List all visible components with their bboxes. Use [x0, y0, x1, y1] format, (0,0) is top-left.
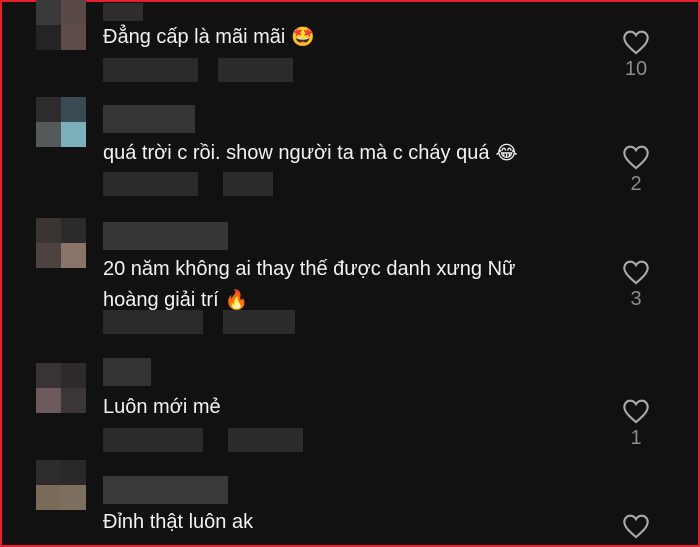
like-count: 1 [630, 427, 642, 449]
username-blurred[interactable] [103, 222, 228, 250]
avatar[interactable] [36, 218, 86, 268]
avatar[interactable] [36, 97, 86, 147]
comment-text: Đỉnh thật luôn ak [103, 511, 254, 533]
like-count: 2 [630, 173, 642, 195]
comment-text: Luôn mới mẻ [103, 396, 221, 418]
heart-icon[interactable] [622, 513, 650, 539]
heart-icon[interactable] [622, 398, 650, 424]
heart-icon[interactable] [622, 144, 650, 170]
comment-meta-blurred [103, 172, 273, 196]
comment-meta-blurred [103, 310, 295, 334]
username-blurred[interactable] [103, 358, 151, 386]
heart-icon[interactable] [622, 259, 650, 285]
heart-icon[interactable] [622, 29, 650, 55]
avatar[interactable] [36, 0, 86, 50]
comment-text: quá trời c rồi. show người ta mà c cháy … [103, 142, 518, 164]
username-blurred[interactable] [103, 476, 228, 504]
tears-of-joy-emoji: 😂 [495, 142, 518, 164]
comment-text: Đẳng cấp là mãi mãi 🤩 [103, 26, 315, 48]
like-count: 3 [630, 288, 642, 310]
comment-meta-blurred [103, 58, 293, 82]
star-struck-emoji: 🤩 [291, 26, 315, 48]
username-blurred[interactable] [103, 105, 195, 133]
comment-meta-blurred [103, 428, 303, 452]
avatar[interactable] [36, 460, 86, 510]
comment-text: 20 năm không ai thay thế được danh xưng … [103, 258, 516, 311]
like-count: 10 [624, 58, 648, 80]
username-blurred[interactable] [103, 3, 143, 21]
avatar[interactable] [36, 363, 86, 413]
fire-emoji: 🔥 [224, 289, 249, 311]
